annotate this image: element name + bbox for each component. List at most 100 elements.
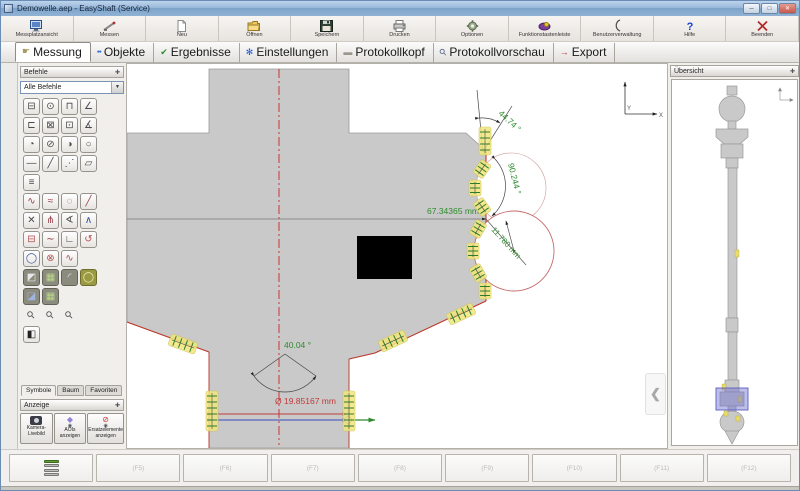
ersatzelemente-anzeigen-button[interactable]: ⊘ ◉ Ersatzelemente anzeigen — [87, 413, 124, 444]
fkey-button-F5[interactable]: (F5) — [96, 454, 180, 482]
tool-width-z[interactable]: ⊡ — [61, 117, 78, 134]
tool-contour-circle[interactable]: ◌ — [61, 193, 78, 210]
hilfe-button[interactable]: ? Hilfe — [654, 16, 727, 41]
drucken-button[interactable]: Drucken — [364, 16, 437, 41]
tool-section-dark[interactable]: ◩ — [23, 269, 40, 286]
befehle-panel-header: Befehle ✚ — [20, 66, 124, 78]
tool-calc-grid[interactable]: ▦ — [42, 288, 59, 305]
function-bar: (F5)(F6)(F7)(F8)(F9)(F10)(F11)(F12) — [1, 449, 799, 486]
tool-calc-blue[interactable]: ◪ — [23, 288, 40, 305]
overview-panel: Übersicht ✚ — [667, 63, 800, 449]
fkey-button-F7[interactable]: (F7) — [271, 454, 355, 482]
tab-protokollvorschau[interactable]: ⚲Protokollvorschau — [434, 43, 554, 62]
tool-line-points[interactable]: ⋰ — [61, 155, 78, 172]
tool-curve-peak[interactable]: ∧ — [80, 212, 97, 229]
measurement-canvas[interactable]: 67.34365 mm 44.74 ° 90.244 ° 11.780 mm 4… — [127, 63, 667, 449]
tab-symbole[interactable]: Symbole — [21, 385, 56, 396]
tool-spline[interactable]: ∿ — [23, 193, 40, 210]
optionen-button[interactable]: Optionen — [436, 16, 509, 41]
dropdown-arrow-icon[interactable]: ▼ — [111, 82, 123, 93]
messplatzansicht-button[interactable]: Messplatzansicht — [1, 16, 74, 41]
tool-contrast[interactable]: ◧ — [23, 326, 40, 343]
beenden-button[interactable]: Beenden — [726, 16, 799, 41]
tool-rotation[interactable]: ↺ — [80, 231, 97, 248]
tool-circle-partial[interactable]: ◑ — [61, 136, 78, 153]
tab-objekte[interactable]: ●●Objekte — [91, 43, 154, 62]
oeffnen-button[interactable]: Öffnen — [219, 16, 292, 41]
tab-baum[interactable]: Baum — [57, 385, 84, 396]
pin-icon[interactable]: ✚ — [115, 402, 120, 409]
tool-circle[interactable]: ○ — [80, 136, 97, 153]
tab-protokollkopf[interactable]: ▬Protokollkopf — [337, 43, 433, 62]
command-filter-dropdown[interactable]: Alle Befehle ▼ — [20, 81, 124, 94]
pin-icon[interactable]: ✚ — [790, 68, 795, 75]
fkey-button-F9[interactable]: (F9) — [445, 454, 529, 482]
dim-diameter-bottom: Ø 19.85167 mm — [275, 396, 336, 406]
fkey-button-F6[interactable]: (F6) — [183, 454, 267, 482]
fkey-button-F11[interactable]: (F11) — [620, 454, 704, 482]
messen-button[interactable]: Messen — [74, 16, 147, 41]
layers-button[interactable] — [9, 454, 93, 482]
overview-axes-icon — [779, 88, 794, 102]
tab-messung[interactable]: ☛Messung — [15, 42, 91, 62]
tool-angle[interactable]: ∠ — [80, 98, 97, 115]
tab-einstellungen[interactable]: ✻Einstellungen — [240, 43, 338, 62]
tool-circle-blue[interactable]: ◯ — [23, 250, 40, 267]
aois-anzeigen-button[interactable]: ◆ ◉ AOIs anzeigen — [54, 413, 87, 444]
fkey-button-F10[interactable]: (F10) — [532, 454, 616, 482]
tool-contour-polygon[interactable]: ▱ — [80, 155, 97, 172]
commands-panel: Befehle ✚ Alle Befehle ▼ ⊟⊙⊓∠⊏⊠⊡∡◔⊘◑○—╱⋰… — [18, 63, 127, 449]
tool-angle-lines[interactable]: ∡ — [80, 117, 97, 134]
app-icon — [4, 4, 13, 13]
tool-coordinate-system[interactable]: ∟ — [61, 231, 78, 248]
camera-icon — [30, 416, 42, 425]
uebersicht-panel-header: Übersicht ✚ — [670, 65, 799, 77]
dim-angle-bottom: 40.04 ° — [284, 340, 311, 350]
title-bar[interactable]: Demowelle.aep - EasyShaft (Service) ─ □ … — [1, 1, 799, 16]
tool-zoom-window[interactable]: ⚲ — [57, 303, 81, 327]
tool-line-fan[interactable]: ⋔ — [42, 212, 59, 229]
benutzerverwaltung-button[interactable]: Benutzerverwaltung — [581, 16, 654, 41]
tool-fit-line[interactable]: ╱ — [80, 193, 97, 210]
tool-width-x[interactable]: ⊠ — [42, 117, 59, 134]
help-icon: ? — [684, 19, 696, 32]
tool-line-horizontal[interactable]: — — [23, 155, 40, 172]
overview-selection-rect[interactable] — [716, 388, 748, 410]
tool-circle-olive[interactable]: ◯ — [80, 269, 97, 286]
fkey-button-F12[interactable]: (F12) — [707, 454, 791, 482]
tool-grid-green[interactable]: ▦ — [42, 269, 59, 286]
tool-step-width[interactable]: ⊏ — [23, 117, 40, 134]
overview-viewport[interactable] — [671, 79, 798, 446]
tool-line-diagonal[interactable]: ╱ — [42, 155, 59, 172]
tab-export[interactable]: →Export — [554, 43, 616, 62]
tool-wave[interactable]: ∿ — [61, 250, 78, 267]
tool-circle-crossed[interactable]: ⊗ — [42, 250, 59, 267]
options-gear-icon — [466, 19, 479, 32]
tool-contour-dark[interactable]: ◜ — [61, 269, 78, 286]
tool-cylinder-width[interactable]: ⊟ — [23, 98, 40, 115]
fkey-button-F8[interactable]: (F8) — [358, 454, 442, 482]
tab-favoriten[interactable]: Favoriten — [85, 385, 122, 396]
funktionstastenleiste-button[interactable]: Funktionstastenleiste — [509, 16, 582, 41]
tool-circle-diameter[interactable]: ⊘ — [42, 136, 59, 153]
minimize-button[interactable]: ─ — [743, 3, 760, 14]
tool-parallel-lines[interactable]: ≡ — [23, 174, 40, 191]
kamera-livebild-button[interactable]: Kamera-Livebild — [20, 413, 53, 444]
tool-spline-points[interactable]: ≈ — [42, 193, 59, 210]
export-arrow-icon: → — [560, 48, 569, 57]
neu-button[interactable]: Neu — [146, 16, 219, 41]
layers-icon — [44, 460, 59, 477]
tool-circle-inner[interactable]: ◔ — [23, 136, 40, 153]
tab-ergebnisse[interactable]: ✔Ergebnisse — [154, 43, 240, 62]
tool-intersection[interactable]: ✕ — [23, 212, 40, 229]
tool-roughness[interactable]: ∼ — [42, 231, 59, 248]
tool-line-angle[interactable]: ∢ — [61, 212, 78, 229]
tool-cylinder-3d[interactable]: ⊟ — [23, 231, 40, 248]
maximize-button[interactable]: □ — [761, 3, 778, 14]
collapse-overview-button[interactable]: ❮ — [645, 373, 666, 415]
speichern-button[interactable]: Speichern — [291, 16, 364, 41]
close-button[interactable]: ✕ — [779, 3, 796, 14]
pin-icon[interactable]: ✚ — [115, 69, 120, 76]
tool-width[interactable]: ⊓ — [61, 98, 78, 115]
tool-circle-radius[interactable]: ⊙ — [42, 98, 59, 115]
